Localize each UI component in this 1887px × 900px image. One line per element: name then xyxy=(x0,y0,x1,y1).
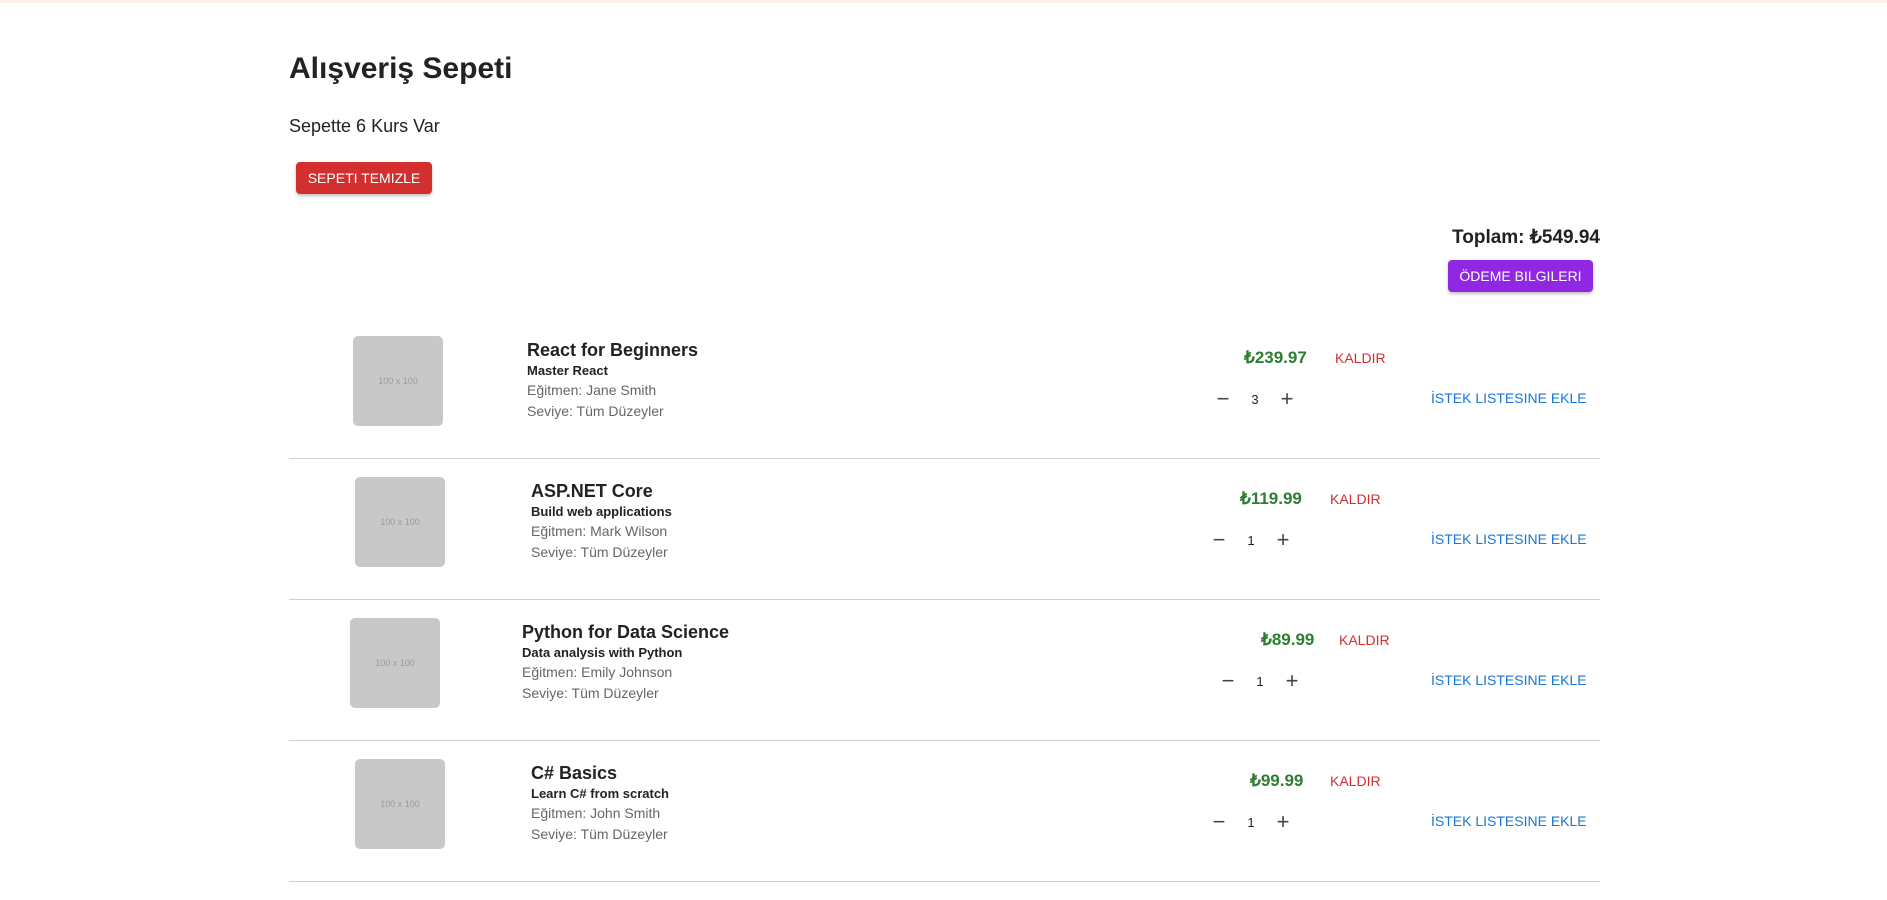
remove-button[interactable]: KALDIR xyxy=(1339,632,1390,648)
quantity-stepper: − 1 + xyxy=(1206,527,1296,553)
add-to-wishlist-button[interactable]: İSTEK LISTESINE EKLE xyxy=(1431,390,1587,406)
course-title: ASP.NET Core xyxy=(531,481,653,501)
course-title: C# Basics xyxy=(531,763,618,783)
clear-cart-button[interactable]: SEPETI TEMIZLE xyxy=(296,162,432,194)
add-to-wishlist-button[interactable]: İSTEK LISTESINE EKLE xyxy=(1431,672,1587,688)
course-count: Sepette 6 Kurs Var xyxy=(289,116,440,136)
minus-icon: − xyxy=(1212,527,1226,552)
thumbnail-placeholder-text: 100 x 100 xyxy=(380,799,420,809)
course-subtitle: Learn C# from scratch xyxy=(531,786,669,801)
course-subtitle: Master React xyxy=(527,363,608,378)
quantity-value: 1 xyxy=(1247,532,1255,548)
plus-icon: + xyxy=(1276,527,1290,552)
decrease-quantity-button[interactable]: − xyxy=(1206,809,1232,835)
course-price: ₺239.97 xyxy=(1244,348,1307,367)
quantity-value: 1 xyxy=(1256,673,1264,689)
quantity-value: 3 xyxy=(1251,391,1259,407)
cart-item: 100 x 100 C# Basics Learn C# from scratc… xyxy=(289,741,1600,882)
course-level: Seviye: Tüm Düzeyler xyxy=(522,685,659,701)
checkout-button[interactable]: ÖDEME BILGILERI xyxy=(1448,260,1593,292)
course-price: ₺99.99 xyxy=(1250,771,1304,790)
cart-item: 100 x 100 Python for Data Science Data a… xyxy=(289,600,1600,741)
minus-icon: − xyxy=(1212,809,1226,834)
course-subtitle: Data analysis with Python xyxy=(522,645,683,660)
course-title: React for Beginners xyxy=(527,340,699,360)
plus-icon: + xyxy=(1276,809,1290,834)
page-title: Alışveriş Sepeti xyxy=(289,52,513,85)
course-level: Seviye: Tüm Düzeyler xyxy=(531,826,668,842)
cart-item: 100 x 100 ASP.NET Core Build web applica… xyxy=(289,459,1600,600)
add-to-wishlist-button[interactable]: İSTEK LISTESINE EKLE xyxy=(1431,531,1587,547)
course-thumbnail: 100 x 100 xyxy=(350,618,440,708)
course-info: Python for Data Science Data analysis wi… xyxy=(522,620,729,704)
quantity-stepper: − 3 + xyxy=(1210,386,1300,412)
course-thumbnail: 100 x 100 xyxy=(353,336,443,426)
increase-quantity-button[interactable]: + xyxy=(1270,527,1296,553)
course-info: ASP.NET Core Build web applications Eğit… xyxy=(531,479,672,563)
course-price: ₺89.99 xyxy=(1261,630,1315,649)
course-thumbnail: 100 x 100 xyxy=(355,477,445,567)
thumbnail-placeholder-text: 100 x 100 xyxy=(378,376,418,386)
course-subtitle: Build web applications xyxy=(531,504,672,519)
course-thumbnail: 100 x 100 xyxy=(355,759,445,849)
quantity-value: 1 xyxy=(1247,814,1255,830)
course-instructor: Eğitmen: John Smith xyxy=(531,805,661,821)
course-level: Seviye: Tüm Düzeyler xyxy=(527,403,664,419)
thumbnail-placeholder-text: 100 x 100 xyxy=(375,658,415,668)
course-price: ₺119.99 xyxy=(1240,489,1302,508)
decrease-quantity-button[interactable]: − xyxy=(1210,386,1236,412)
plus-icon: + xyxy=(1280,386,1294,411)
quantity-stepper: − 1 + xyxy=(1215,668,1305,694)
cart-item-list: 100 x 100 React for Beginners Master Rea… xyxy=(289,318,1600,882)
increase-quantity-button[interactable]: + xyxy=(1274,386,1300,412)
remove-button[interactable]: KALDIR xyxy=(1330,491,1381,507)
quantity-stepper: − 1 + xyxy=(1206,809,1296,835)
total-summary: Toplam: ₺549.94 xyxy=(1452,226,1600,249)
course-instructor: Eğitmen: Mark Wilson xyxy=(531,523,668,539)
cart-total: Toplam: ₺549.94 xyxy=(1452,227,1600,248)
remove-button[interactable]: KALDIR xyxy=(1335,350,1386,366)
increase-quantity-button[interactable]: + xyxy=(1270,809,1296,835)
course-instructor: Eğitmen: Emily Johnson xyxy=(522,664,673,680)
course-level: Seviye: Tüm Düzeyler xyxy=(531,544,668,560)
thumbnail-placeholder-text: 100 x 100 xyxy=(380,517,420,527)
course-info: React for Beginners Master React Eğitmen… xyxy=(527,338,698,422)
plus-icon: + xyxy=(1285,668,1299,693)
course-title: Python for Data Science xyxy=(522,622,730,642)
minus-icon: − xyxy=(1221,668,1235,693)
cart-item: 100 x 100 React for Beginners Master Rea… xyxy=(289,318,1600,459)
top-accent-stripe xyxy=(0,0,1887,3)
decrease-quantity-button[interactable]: − xyxy=(1206,527,1232,553)
remove-button[interactable]: KALDIR xyxy=(1330,773,1381,789)
increase-quantity-button[interactable]: + xyxy=(1279,668,1305,694)
course-info: C# Basics Learn C# from scratch Eğitmen:… xyxy=(531,761,669,845)
add-to-wishlist-button[interactable]: İSTEK LISTESINE EKLE xyxy=(1431,813,1587,829)
minus-icon: − xyxy=(1216,386,1230,411)
decrease-quantity-button[interactable]: − xyxy=(1215,668,1241,694)
course-instructor: Eğitmen: Jane Smith xyxy=(527,382,657,398)
